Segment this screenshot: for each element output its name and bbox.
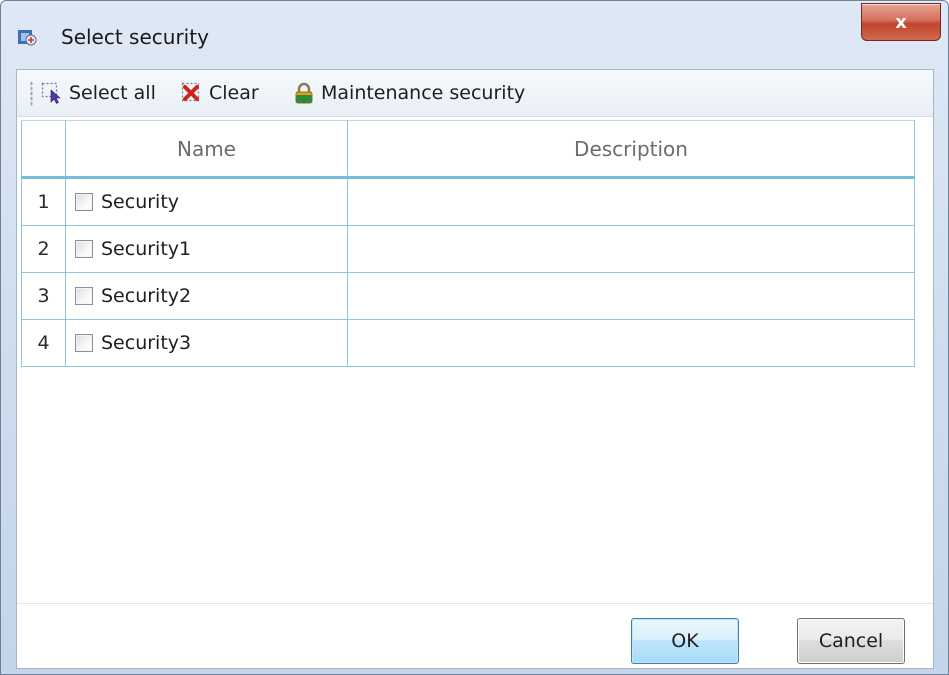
row-checkbox[interactable]	[75, 287, 93, 305]
dialog-content: Select all Clear Maintenance security Na…	[16, 69, 934, 669]
description-cell[interactable]	[347, 225, 915, 273]
close-icon: x	[895, 11, 907, 33]
row-number: 4	[21, 319, 66, 367]
maintenance-security-button[interactable]: Maintenance security	[293, 70, 525, 116]
description-cell[interactable]	[347, 177, 915, 226]
security-grid: Name Description 1 Security 2 Security1 …	[21, 120, 915, 367]
toolbar-grip[interactable]	[30, 81, 33, 107]
column-header-description[interactable]: Description	[347, 120, 915, 179]
clear-icon	[181, 82, 203, 104]
name-cell[interactable]: Security	[65, 177, 348, 226]
column-header-name[interactable]: Name	[65, 120, 348, 179]
table-row[interactable]: 2 Security1	[21, 225, 915, 273]
row-number: 3	[21, 272, 66, 320]
select-all-icon	[41, 82, 63, 104]
description-cell[interactable]	[347, 319, 915, 367]
table-row[interactable]: 1 Security	[21, 177, 915, 226]
row-number: 1	[21, 177, 66, 226]
dialog-window: Select security x Select all Clear Maint…	[0, 0, 949, 675]
row-checkbox[interactable]	[75, 240, 93, 258]
close-button[interactable]: x	[861, 3, 941, 41]
row-checkbox[interactable]	[75, 193, 93, 211]
title-bar[interactable]: Select security x	[1, 1, 948, 67]
window-title: Select security	[61, 25, 209, 49]
name-cell[interactable]: Security1	[65, 225, 348, 273]
clear-button[interactable]: Clear	[181, 70, 259, 116]
grid-header-row: Name Description	[21, 120, 915, 179]
description-cell[interactable]	[347, 272, 915, 320]
select-all-label: Select all	[69, 82, 156, 104]
security-name: Security	[101, 191, 180, 213]
row-number-header	[21, 120, 66, 179]
row-number: 2	[21, 225, 66, 273]
dialog-footer: OK Cancel	[17, 603, 933, 668]
clear-label: Clear	[209, 82, 259, 104]
table-row[interactable]: 3 Security2	[21, 272, 915, 320]
select-all-button[interactable]: Select all	[41, 70, 156, 116]
lock-icon	[293, 82, 315, 104]
row-checkbox[interactable]	[75, 334, 93, 352]
name-cell[interactable]: Security2	[65, 272, 348, 320]
maintenance-security-label: Maintenance security	[321, 82, 526, 104]
security-name: Security2	[101, 285, 192, 307]
name-cell[interactable]: Security3	[65, 319, 348, 367]
security-name: Security1	[101, 238, 192, 260]
cancel-button[interactable]: Cancel	[797, 618, 905, 664]
ok-button[interactable]: OK	[631, 618, 739, 664]
table-row[interactable]: 4 Security3	[21, 319, 915, 367]
toolbar: Select all Clear Maintenance security	[17, 70, 933, 117]
security-app-icon	[17, 27, 37, 47]
security-name: Security3	[101, 332, 192, 354]
